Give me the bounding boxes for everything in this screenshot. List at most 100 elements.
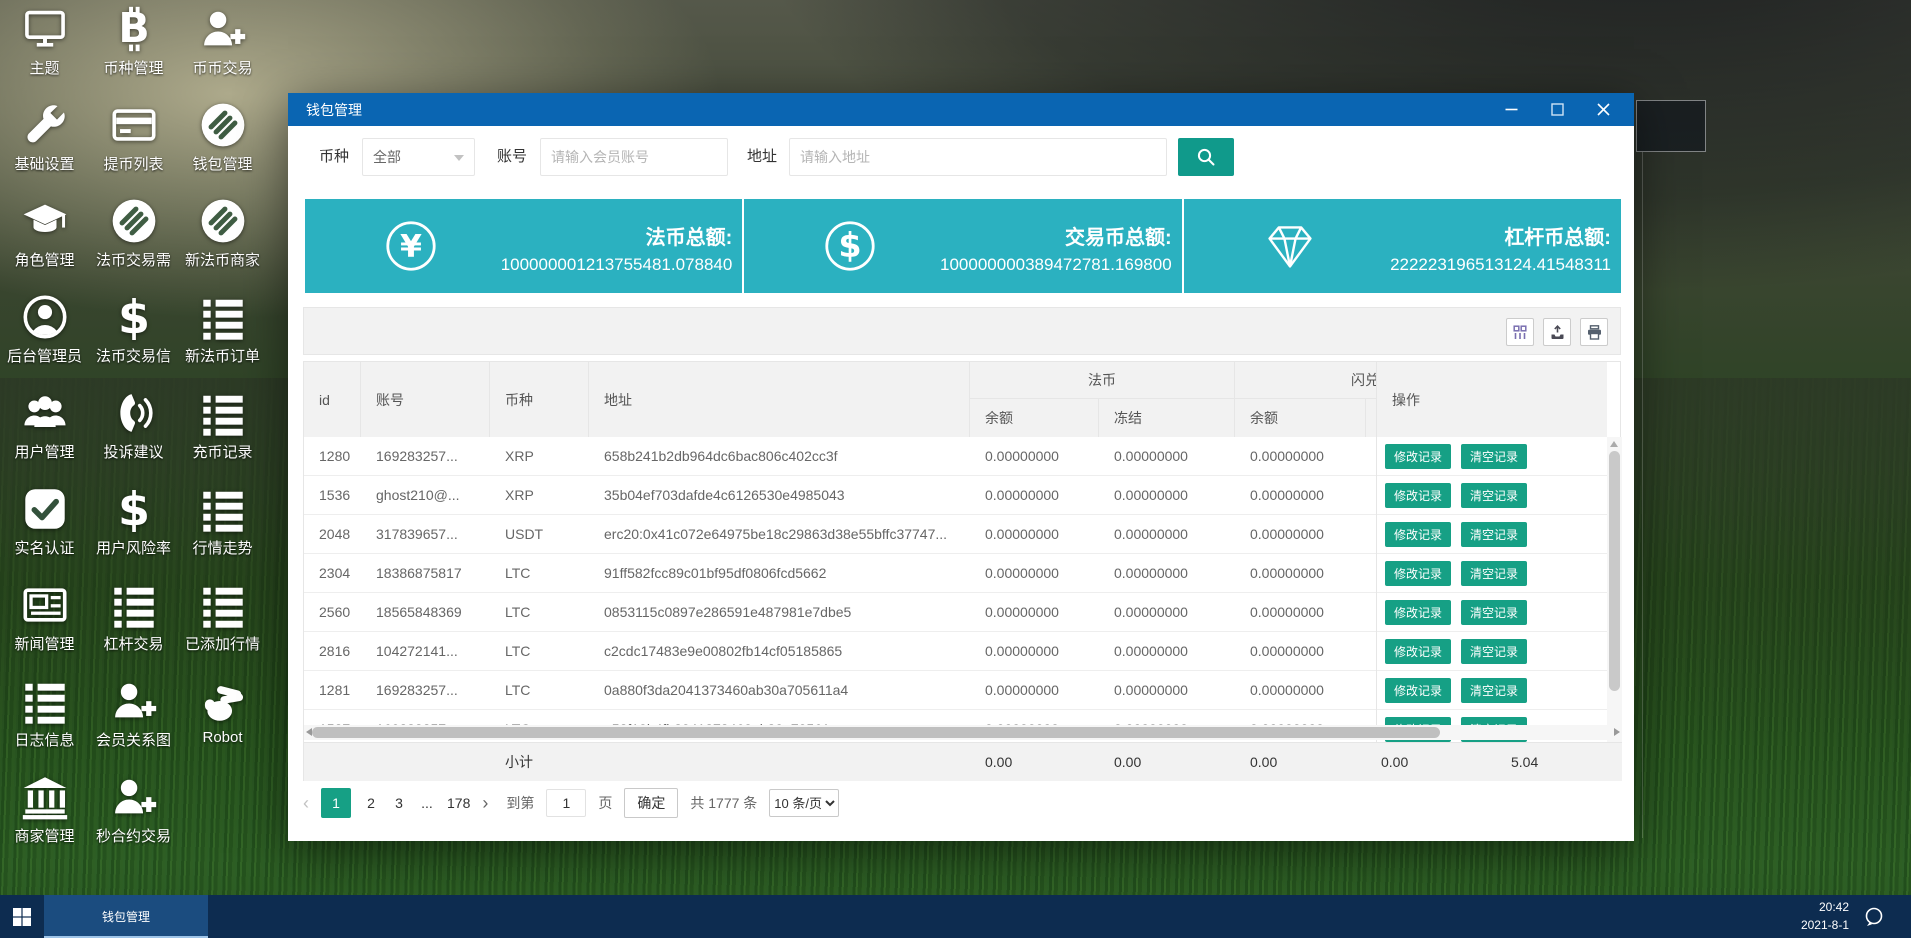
chevron-down-icon bbox=[454, 155, 464, 161]
edit-record-button[interactable]: 修改记录 bbox=[1385, 678, 1451, 703]
search-button[interactable] bbox=[1178, 138, 1234, 176]
header-fiat-group: 法币 bbox=[970, 362, 1235, 399]
clear-record-button[interactable]: 清空记录 bbox=[1461, 678, 1527, 703]
desktop-icon[interactable]: 新法币订单 bbox=[178, 288, 267, 384]
columns-icon bbox=[1513, 325, 1528, 340]
desktop-icon-label: 基础设置 bbox=[14, 153, 74, 174]
page-number-active[interactable]: 1 bbox=[321, 788, 351, 818]
columns-button[interactable] bbox=[1506, 318, 1534, 346]
desktop-icon[interactable]: 商家管理 bbox=[0, 768, 89, 864]
export-button[interactable] bbox=[1543, 318, 1571, 346]
desktop-icon[interactable]: 基础设置 bbox=[0, 96, 89, 192]
desktop-icon[interactable]: 币币交易 bbox=[178, 0, 267, 96]
edit-record-button[interactable]: 修改记录 bbox=[1385, 522, 1451, 547]
users-icon bbox=[22, 390, 68, 436]
desktop-icon[interactable]: 新闻管理 bbox=[0, 576, 89, 672]
edit-record-button[interactable]: 修改记录 bbox=[1385, 600, 1451, 625]
desktop-icons: 主题币种管理币币交易基础设置提币列表钱包管理角色管理法币交易需新法币商家后台管理… bbox=[0, 0, 270, 864]
taskbar: 钱包管理 20:42 2021-8-1 bbox=[0, 895, 1911, 938]
desktop-icon[interactable]: 角色管理 bbox=[0, 192, 89, 288]
next-page-icon[interactable]: › bbox=[482, 793, 488, 814]
operation-rows: 修改记录清空记录修改记录清空记录修改记录清空记录修改记录清空记录修改记录清空记录… bbox=[1377, 437, 1606, 742]
desktop-icon[interactable]: 用户风险率 bbox=[89, 480, 178, 576]
page-number[interactable]: 3 bbox=[391, 795, 407, 811]
card-value: 222223196513124.41548311 bbox=[1390, 255, 1611, 275]
account-input[interactable] bbox=[540, 138, 728, 176]
desktop-icon[interactable]: 已添加行情 bbox=[178, 576, 267, 672]
edit-record-button[interactable]: 修改记录 bbox=[1385, 561, 1451, 586]
desktop-icon-label: 杠杆交易 bbox=[103, 633, 163, 654]
desktop-icon-label: 商家管理 bbox=[14, 825, 74, 846]
cell-fiat_balance: 0.00000000 bbox=[970, 476, 1099, 514]
desktop-icon[interactable]: 法币交易需 bbox=[89, 192, 178, 288]
desktop-icon[interactable]: 行情走势 bbox=[178, 480, 267, 576]
list-icon bbox=[200, 582, 246, 628]
maximize-button[interactable] bbox=[1534, 93, 1580, 126]
background-window-edge bbox=[1642, 152, 1643, 838]
desktop-icon[interactable]: 会员关系图 bbox=[89, 672, 178, 768]
desktop-icon[interactable]: 充币记录 bbox=[178, 384, 267, 480]
desktop-icon[interactable]: 新法币商家 bbox=[178, 192, 267, 288]
list-icon bbox=[200, 486, 246, 532]
coin-select[interactable]: 全部 bbox=[362, 138, 475, 176]
goto-label: 到第 bbox=[506, 793, 534, 813]
desktop-icon[interactable]: 币种管理 bbox=[89, 0, 178, 96]
edit-record-button[interactable]: 修改记录 bbox=[1385, 483, 1451, 508]
scroll-right-arrow-icon[interactable] bbox=[1614, 728, 1620, 736]
minimize-button[interactable] bbox=[1488, 93, 1534, 126]
clear-record-button[interactable]: 清空记录 bbox=[1461, 444, 1527, 469]
clear-record-button[interactable]: 清空记录 bbox=[1461, 522, 1527, 547]
desktop-icon[interactable]: 用户管理 bbox=[0, 384, 89, 480]
bank-icon bbox=[22, 774, 68, 820]
clear-record-button[interactable]: 清空记录 bbox=[1461, 639, 1527, 664]
desktop-icon[interactable]: Robot bbox=[178, 672, 267, 768]
desktop-icon[interactable]: 主题 bbox=[0, 0, 89, 96]
cell-account: ghost210@... bbox=[361, 476, 490, 514]
clear-record-button[interactable]: 清空记录 bbox=[1461, 600, 1527, 625]
address-filter-label: 地址 bbox=[747, 138, 777, 176]
vertical-scrollbar-thumb[interactable] bbox=[1609, 451, 1620, 691]
horizontal-scrollbar-thumb[interactable] bbox=[312, 727, 1440, 738]
cell-account: 169283257... bbox=[361, 437, 490, 475]
taskbar-clock[interactable]: 20:42 2021-8-1 bbox=[1801, 899, 1849, 934]
vertical-scrollbar[interactable] bbox=[1607, 437, 1622, 742]
page-number[interactable]: 178 bbox=[447, 795, 470, 811]
clear-record-button[interactable]: 清空记录 bbox=[1461, 561, 1527, 586]
desktop-icon[interactable]: 投诉建议 bbox=[89, 384, 178, 480]
desktop-icon[interactable]: 法币交易信 bbox=[89, 288, 178, 384]
desktop-icon[interactable]: 秒合约交易 bbox=[89, 768, 178, 864]
horizontal-scrollbar[interactable] bbox=[304, 725, 1622, 740]
clear-record-button[interactable]: 清空记录 bbox=[1461, 483, 1527, 508]
desktop-icon[interactable]: 钱包管理 bbox=[178, 96, 267, 192]
operation-row: 修改记录清空记录 bbox=[1377, 671, 1606, 710]
subtotal-value: 5.04 bbox=[1496, 743, 1622, 781]
cell-address: 0853115c0897e286591e487981e7dbe5 bbox=[589, 593, 970, 631]
windows-logo-icon bbox=[13, 908, 31, 926]
print-button[interactable] bbox=[1580, 318, 1608, 346]
close-button[interactable] bbox=[1580, 93, 1626, 126]
chat-bubble-icon[interactable] bbox=[1863, 906, 1885, 928]
window-titlebar[interactable]: 钱包管理 bbox=[288, 93, 1634, 126]
taskbar-item-wallet[interactable]: 钱包管理 bbox=[44, 895, 208, 938]
desktop-icon[interactable]: 实名认证 bbox=[0, 480, 89, 576]
newspaper-icon bbox=[22, 582, 68, 628]
start-button[interactable] bbox=[0, 895, 44, 938]
desktop-icon[interactable]: 杠杆交易 bbox=[89, 576, 178, 672]
desktop-icon[interactable]: 日志信息 bbox=[0, 672, 89, 768]
confirm-button[interactable]: 确定 bbox=[624, 788, 678, 818]
desktop-icon[interactable]: 后台管理员 bbox=[0, 288, 89, 384]
goto-page-input[interactable] bbox=[546, 789, 586, 817]
operation-column: 操作 修改记录清空记录修改记录清空记录修改记录清空记录修改记录清空记录修改记录清… bbox=[1376, 362, 1606, 742]
page-number[interactable]: 2 bbox=[363, 795, 379, 811]
page-size-select[interactable]: 10 条/页 bbox=[769, 789, 839, 817]
address-input[interactable] bbox=[789, 138, 1167, 176]
table-toolbar bbox=[303, 307, 1621, 355]
desktop-icon[interactable]: 提币列表 bbox=[89, 96, 178, 192]
cell-account: 104272141... bbox=[361, 632, 490, 670]
card-title: 交易币总额: bbox=[1065, 221, 1172, 250]
cell-fiat_frozen: 0.00000000 bbox=[1099, 437, 1235, 475]
edit-record-button[interactable]: 修改记录 bbox=[1385, 444, 1451, 469]
scroll-up-arrow-icon[interactable] bbox=[1610, 441, 1618, 447]
edit-record-button[interactable]: 修改记录 bbox=[1385, 639, 1451, 664]
prev-page-icon[interactable]: ‹ bbox=[303, 793, 309, 814]
